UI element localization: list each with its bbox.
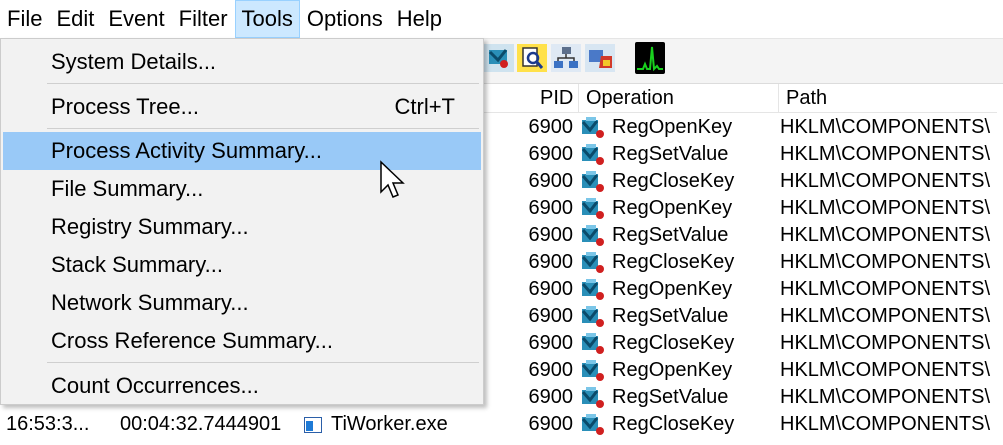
pid-cell: 6900 (528, 251, 574, 273)
operation-cell: RegOpenKey (612, 116, 733, 138)
operation-cell: RegSetValue (612, 224, 729, 246)
menu-item-label: Registry Summary... (51, 214, 249, 239)
menu-file[interactable]: File (0, 0, 49, 38)
menu-item-stack-summary[interactable]: Stack Summary... (3, 246, 481, 284)
menu-item-label: Network Summary... (51, 290, 249, 315)
menu-item-process-tree[interactable]: Process Tree... Ctrl+T (3, 88, 481, 126)
menu-separator (47, 362, 479, 363)
registry-operation-icon (580, 224, 606, 248)
menu-bar: File Edit Event Filter Tools Options Hel… (0, 0, 1003, 39)
path-cell: HKLM\COMPONENTS\ (780, 224, 991, 246)
path-cell: HKLM\COMPONENTS\ (780, 197, 991, 219)
relative-time-cell: 00:04:32.7444901 (120, 413, 282, 435)
path-cell: HKLM\COMPONENTS\ (780, 116, 991, 138)
menu-item-label: Cross Reference Summary... (51, 328, 334, 353)
operation-cell: RegSetValue (612, 386, 729, 408)
menu-item-label: Stack Summary... (51, 252, 223, 277)
pid-cell: 6900 (528, 143, 574, 165)
pid-cell: 6900 (528, 332, 574, 354)
operation-cell: RegCloseKey (612, 251, 735, 273)
menu-options[interactable]: Options (300, 0, 390, 38)
process-thread-activity-icon[interactable] (585, 42, 615, 74)
menu-event[interactable]: Event (101, 0, 171, 38)
time-cell: 16:53:3... (6, 413, 90, 435)
registry-operation-icon (580, 359, 606, 383)
operation-cell: RegOpenKey (612, 359, 733, 381)
column-header-path[interactable]: Path (786, 84, 827, 112)
pid-cell: 6900 (528, 305, 574, 327)
path-cell: HKLM\COMPONENTS\ (780, 386, 991, 408)
table-row[interactable]: 16:53:3... 00:04:32.7444901 TiWorker.exe 69… (0, 411, 1003, 438)
menu-item-registry-summary[interactable]: Registry Summary... (3, 208, 481, 246)
file-activity-icon[interactable] (517, 42, 547, 74)
mouse-cursor-icon (379, 160, 407, 202)
menu-item-count-occurrences[interactable]: Count Occurrences... (3, 367, 481, 405)
pid-cell: 6900 (528, 413, 574, 435)
path-cell: HKLM\COMPONENTS\ (780, 413, 991, 435)
menu-item-label: System Details... (51, 49, 217, 74)
column-header-operation[interactable]: Operation (586, 84, 674, 112)
menu-edit[interactable]: Edit (49, 0, 101, 38)
registry-operation-icon (580, 143, 606, 167)
menu-item-network-summary[interactable]: Network Summary... (3, 284, 481, 322)
menu-item-label: Process Tree... (51, 94, 199, 119)
menu-filter[interactable]: Filter (172, 0, 235, 38)
operation-cell: RegOpenKey (612, 278, 733, 300)
path-cell: HKLM\COMPONENTS\ (780, 143, 991, 165)
path-cell: HKLM\COMPONENTS\ (780, 332, 991, 354)
path-cell: HKLM\COMPONENTS\ (780, 251, 991, 273)
pid-cell: 6900 (528, 386, 574, 408)
menu-item-label: File Summary... (51, 176, 204, 201)
menu-item-cross-reference-summary[interactable]: Cross Reference Summary... (3, 322, 481, 360)
registry-operation-icon (580, 386, 606, 410)
path-cell: HKLM\COMPONENTS\ (780, 170, 991, 192)
pid-cell: 6900 (528, 116, 574, 138)
path-cell: HKLM\COMPONENTS\ (780, 278, 991, 300)
menu-tools[interactable]: Tools (234, 0, 300, 38)
pid-cell: 6900 (528, 197, 574, 219)
menu-help[interactable]: Help (390, 0, 449, 38)
registry-operation-icon (580, 332, 606, 356)
menu-item-file-summary[interactable]: File Summary... (3, 170, 481, 208)
menu-item-label: Process Activity Summary... (51, 138, 322, 163)
column-header-pid[interactable]: PID (540, 84, 573, 112)
operation-cell: RegCloseKey (612, 170, 735, 192)
path-cell: HKLM\COMPONENTS\ (780, 359, 991, 381)
registry-operation-icon (580, 305, 606, 329)
pid-cell: 6900 (528, 359, 574, 381)
operation-cell: RegCloseKey (612, 332, 735, 354)
operation-cell: RegCloseKey (612, 413, 735, 435)
process-name-cell: TiWorker.exe (331, 413, 448, 435)
network-activity-icon[interactable] (551, 42, 581, 74)
process-icon (304, 417, 322, 433)
column-divider[interactable] (778, 84, 779, 112)
menu-separator (47, 128, 479, 129)
registry-operation-icon (580, 413, 606, 437)
registry-operation-icon (580, 116, 606, 140)
registry-operation-icon (580, 197, 606, 221)
profiling-events-icon[interactable] (635, 42, 665, 74)
column-divider[interactable] (578, 84, 579, 112)
right-edge (997, 112, 1003, 439)
operation-cell: RegOpenKey (612, 197, 733, 219)
registry-operation-icon (580, 251, 606, 275)
menu-item-process-activity-summary[interactable]: Process Activity Summary... (3, 132, 481, 170)
registry-operation-icon (580, 170, 606, 194)
registry-activity-icon[interactable] (484, 42, 514, 74)
pid-cell: 6900 (528, 224, 574, 246)
menu-separator (47, 83, 479, 84)
menu-item-label: Count Occurrences... (51, 373, 259, 398)
tools-menu: System Details... Process Tree... Ctrl+T… (0, 38, 484, 405)
operation-cell: RegSetValue (612, 305, 729, 327)
pid-cell: 6900 (528, 170, 574, 192)
menu-item-system-details[interactable]: System Details... (3, 43, 481, 81)
registry-operation-icon (580, 278, 606, 302)
operation-cell: RegSetValue (612, 143, 729, 165)
menu-item-shortcut: Ctrl+T (394, 94, 456, 119)
pid-cell: 6900 (528, 278, 574, 300)
path-cell: HKLM\COMPONENTS\ (780, 305, 991, 327)
